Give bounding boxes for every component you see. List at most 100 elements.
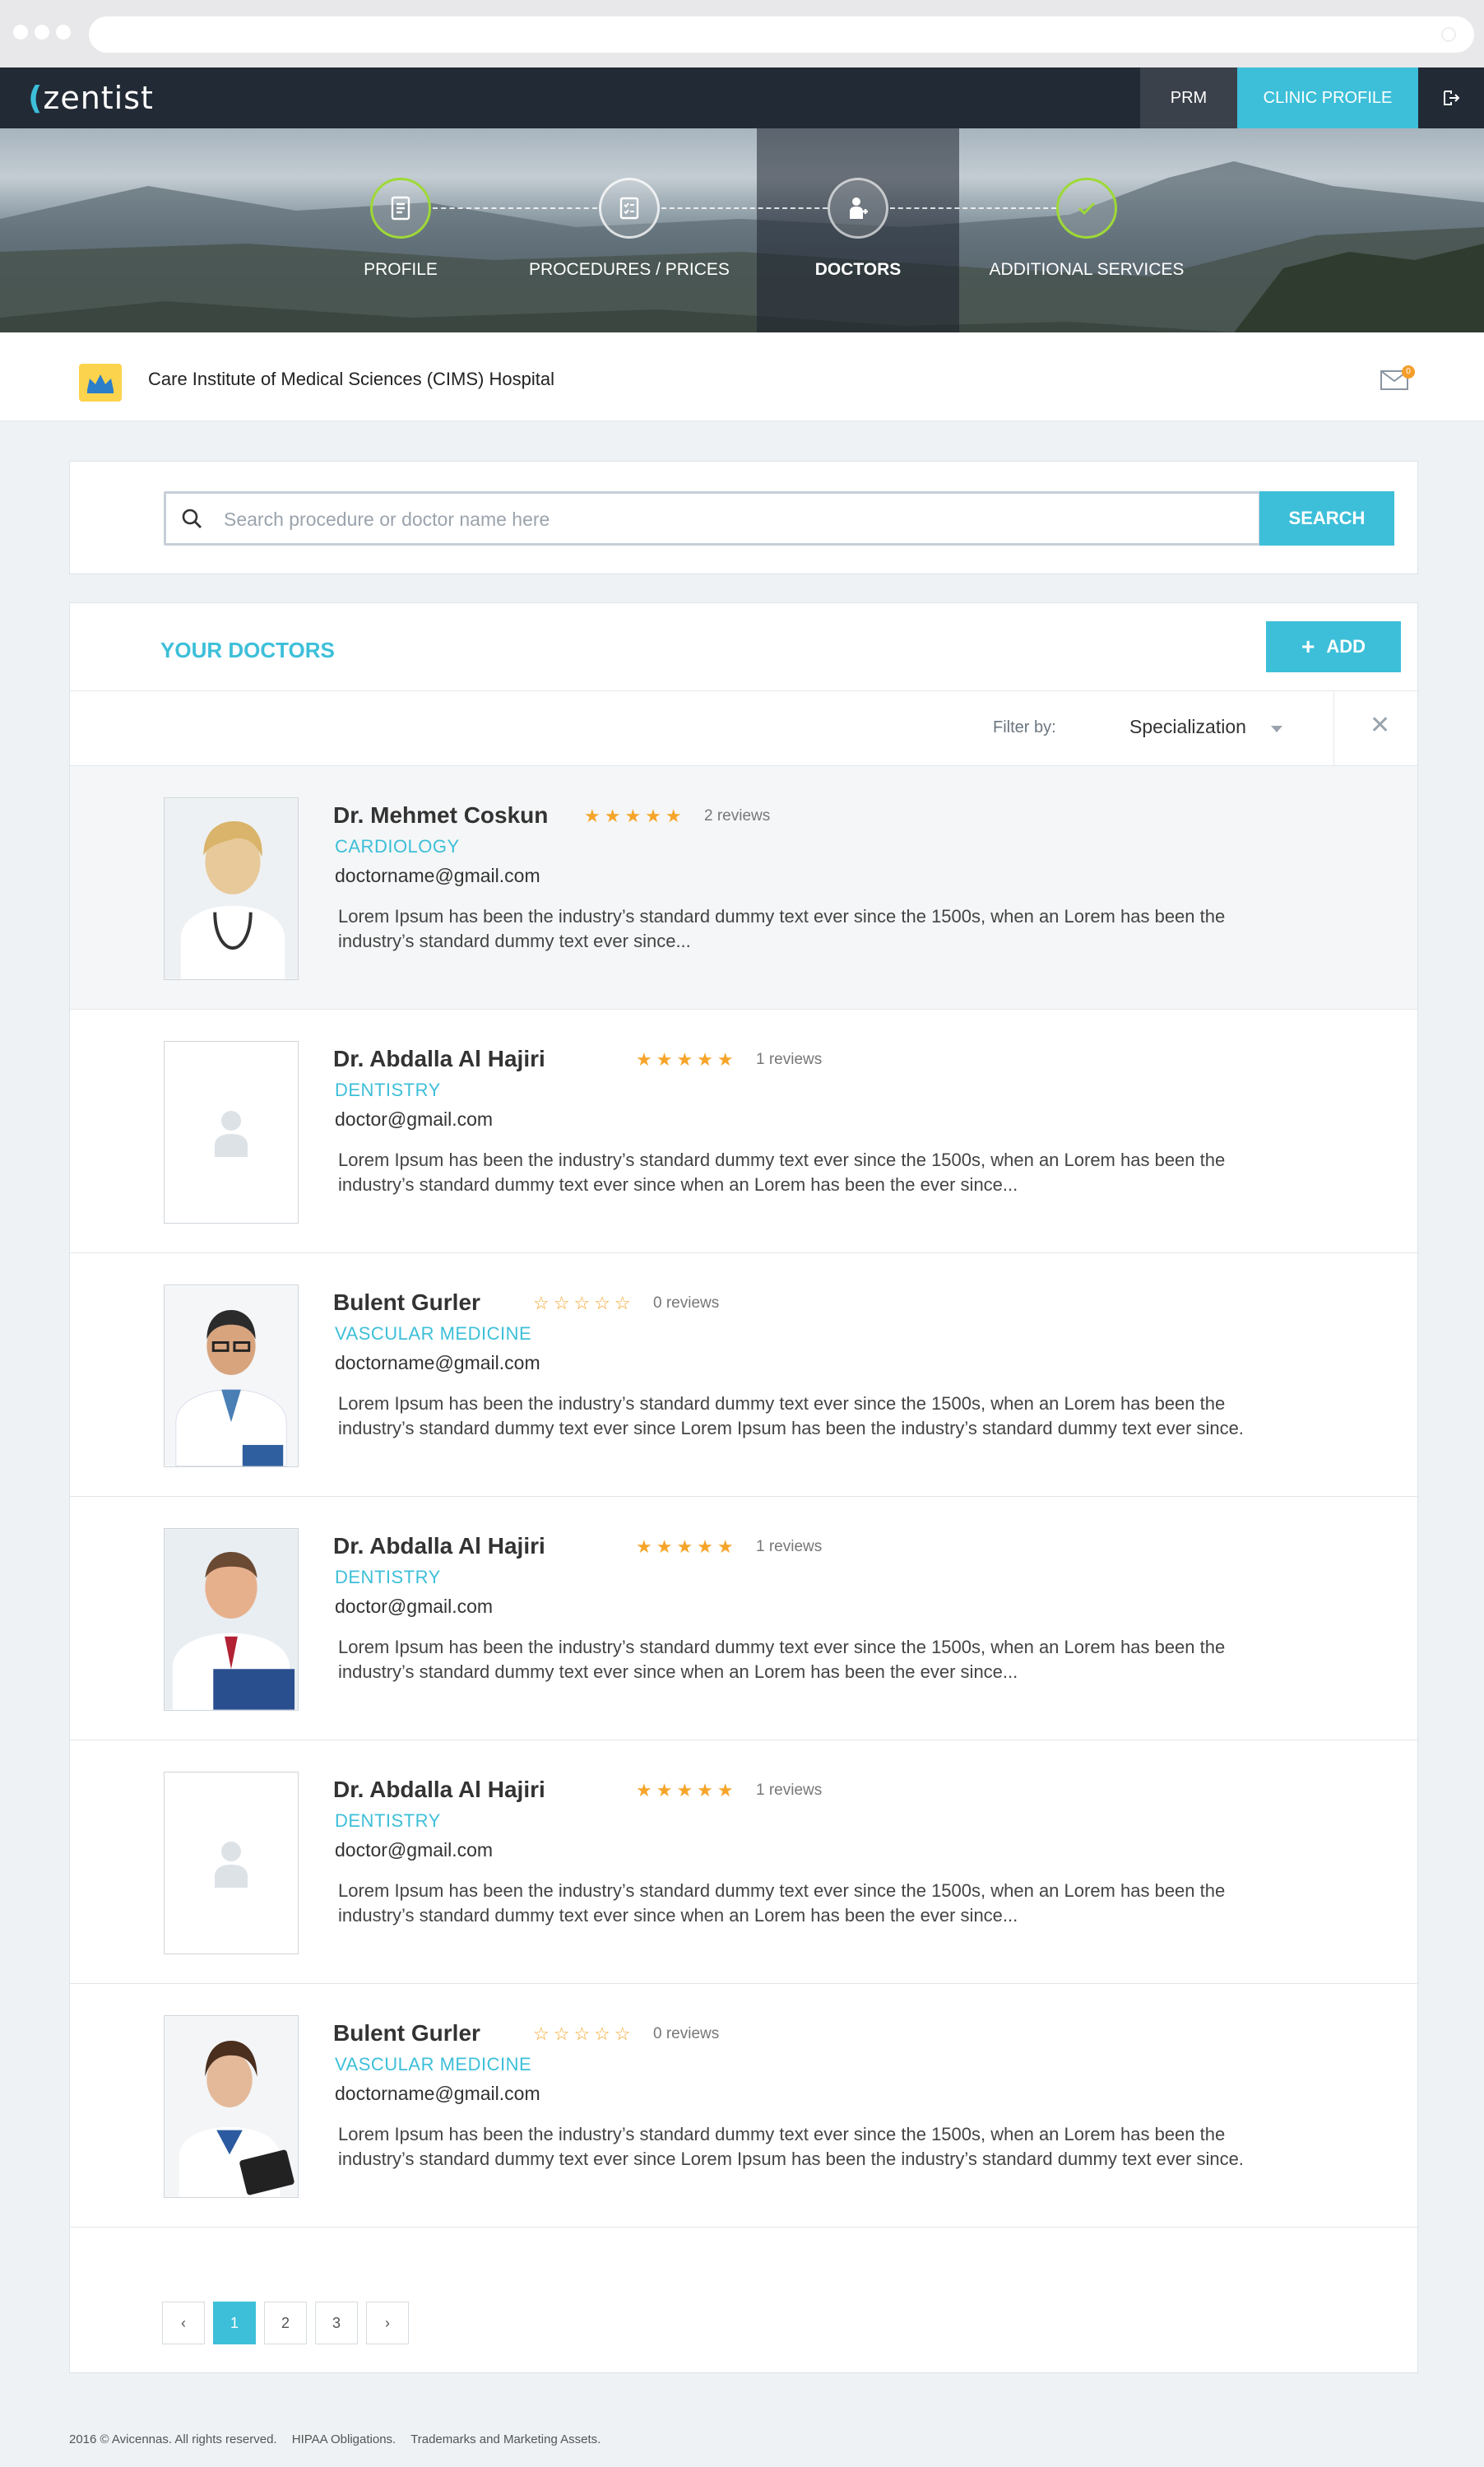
reviews-count[interactable]: 2 reviews — [704, 807, 770, 825]
rating-stars-icon: ★★★★★ — [584, 806, 686, 826]
rating-stars-icon: ☆☆☆☆☆ — [533, 1293, 635, 1313]
doctor-description: Lorem Ipsum has been the industry’s stan… — [338, 2122, 1325, 2172]
reviews-count[interactable]: 0 reviews — [653, 1294, 719, 1312]
trademarks-link[interactable]: Trademarks and Marketing Assets. — [410, 2432, 601, 2446]
step-procedures-circle — [599, 178, 660, 239]
hipaa-link[interactable]: HIPAA Obligations. — [292, 2432, 396, 2446]
clear-filter-icon[interactable]: ✕ — [1370, 711, 1390, 740]
window-dot — [35, 25, 49, 39]
doctor-photo[interactable] — [164, 1528, 299, 1711]
description-line: Lorem Ipsum has been the industry’s stan… — [338, 1150, 1226, 1170]
copyright-text: 2016 © Avicennas. All rights reserved. — [69, 2432, 277, 2446]
reviews-count[interactable]: 1 reviews — [756, 1782, 822, 1800]
reviews-count[interactable]: 1 reviews — [756, 1051, 822, 1069]
mountain-landscape-image — [0, 161, 1484, 332]
doctor-description: Lorem Ipsum has been the industry’s stan… — [338, 1879, 1325, 1928]
doctor-name[interactable]: Dr. Mehmet Coskun — [333, 801, 548, 830]
pagination: ‹ 1 2 3 › — [162, 2302, 409, 2344]
page-2-button[interactable]: 2 — [264, 2302, 307, 2344]
search-input[interactable] — [224, 507, 1211, 532]
doctor-specialty: VASCULAR MEDICINE — [335, 1323, 532, 1344]
doctor-photo[interactable] — [164, 797, 299, 980]
page-3-button[interactable]: 3 — [315, 2302, 358, 2344]
footer: 2016 © Avicennas. All rights reserved. H… — [69, 2432, 612, 2446]
description-line: Lorem Ipsum has been the industry’s stan… — [338, 1637, 1226, 1657]
search-icon — [182, 509, 202, 528]
step-profile-circle — [370, 178, 431, 239]
search-button[interactable]: SEARCH — [1259, 491, 1394, 546]
window-dot — [56, 25, 71, 39]
check-icon — [1078, 202, 1096, 216]
doctor-specialty: DENTISTRY — [335, 1567, 441, 1587]
plus-icon: + — [1301, 634, 1315, 659]
rating-stars-icon: ★★★★★ — [636, 1049, 738, 1070]
doctor-icon — [850, 197, 868, 219]
your-doctors-title: YOUR DOCTORS — [160, 638, 335, 662]
add-doctor-button[interactable]: + ADD — [1266, 621, 1401, 672]
next-page-button[interactable]: › — [366, 2302, 409, 2344]
doctor-email: doctor@gmail.com — [335, 1108, 494, 1130]
document-icon — [391, 196, 410, 221]
step-doctors-circle — [828, 178, 888, 239]
doctor-row[interactable]: Bulent Gurler ☆☆☆☆☆ 0 reviews VASCULAR MEDI… — [70, 1984, 1417, 2228]
description-line: industry’s standard dummy text ever sinc… — [338, 1661, 1018, 1682]
doctor-email: doctorname@gmail.com — [335, 1352, 540, 1373]
prev-page-button[interactable]: ‹ — [162, 2302, 205, 2344]
rating-stars-icon: ★★★★★ — [636, 1536, 738, 1557]
clinic-logo — [79, 364, 122, 402]
doctor-photo[interactable] — [164, 1772, 299, 1954]
doctor-row[interactable]: Dr. Abdalla Al Hajiri ★★★★★ 1 reviews DENTI… — [70, 1740, 1417, 1984]
window-dot — [13, 25, 28, 39]
step-connector — [661, 207, 828, 209]
doctor-specialty: CARDIOLOGY — [335, 836, 460, 857]
doctor-name[interactable]: Bulent Gurler — [333, 2019, 480, 2048]
logout-button[interactable] — [1418, 67, 1484, 128]
doctor-name[interactable]: Bulent Gurler — [333, 1288, 480, 1317]
description-line: industry’s standard dummy text ever sinc… — [338, 1905, 1018, 1926]
page-1-button[interactable]: 1 — [213, 2302, 256, 2344]
reviews-count[interactable]: 1 reviews — [756, 1538, 822, 1556]
top-nav: (zentist PRM CLINIC PROFILE — [0, 67, 1484, 128]
add-label: ADD — [1326, 636, 1366, 657]
doctor-row[interactable]: Dr. Abdalla Al Hajiri ★★★★★ 1 reviews DENTI… — [70, 1010, 1417, 1253]
nav-clinic-profile-button[interactable]: CLINIC PROFILE — [1237, 67, 1418, 128]
doctor-description: Lorem Ipsum has been the industry’s stan… — [338, 1148, 1325, 1197]
hero-banner: PROFILE PROCEDURES / PRICES DOCTORS ADDI… — [0, 128, 1484, 332]
search-box — [164, 491, 1261, 546]
doctor-row[interactable]: Bulent Gurler ☆☆☆☆☆ 0 reviews VASCULAR MEDI… — [70, 1253, 1417, 1497]
doctor-row[interactable]: Dr. Abdalla Al Hajiri ★★★★★ 1 reviews DENTI… — [70, 1497, 1417, 1740]
filter-label: Filter by: — [993, 718, 1056, 736]
step-connector — [890, 207, 1056, 209]
clinic-name: Care Institute of Medical Sciences (CIMS… — [148, 369, 554, 389]
rating-stars-icon: ☆☆☆☆☆ — [533, 2023, 635, 2044]
description-line: Lorem Ipsum has been the industry’s stan… — [338, 1880, 1226, 1901]
zentist-logo[interactable]: (zentist — [28, 80, 154, 116]
doctor-name[interactable]: Dr. Abdalla Al Hajiri — [333, 1775, 545, 1805]
doctor-description: Lorem Ipsum has been the industry’s stan… — [338, 904, 1325, 954]
doctor-photo[interactable] — [164, 1041, 299, 1224]
chevron-down-icon[interactable] — [1271, 726, 1282, 732]
clinic-header: Care Institute of Medical Sciences (CIMS… — [0, 332, 1484, 421]
address-bar[interactable] — [89, 16, 1474, 53]
logout-icon — [1444, 91, 1460, 105]
step-additional-circle — [1056, 178, 1117, 239]
reload-icon[interactable] — [1441, 27, 1456, 42]
doctor-row[interactable]: Dr. Mehmet Coskun ★★★★★ 2 reviews CARDIOLOG… — [70, 766, 1417, 1010]
reviews-count[interactable]: 0 reviews — [653, 2025, 719, 2043]
step-connector — [433, 207, 597, 209]
doctor-email: doctor@gmail.com — [335, 1839, 494, 1861]
doctor-photo[interactable] — [164, 2015, 299, 2198]
step-additional-label: ADDITIONAL SERVICES — [989, 260, 1185, 279]
rating-stars-icon: ★★★★★ — [636, 1780, 738, 1800]
description-line: Lorem Ipsum has been the industry’s stan… — [338, 2124, 1226, 2144]
filter-select[interactable]: Specialization — [1129, 716, 1246, 738]
nav-prm-button[interactable]: PRM — [1140, 67, 1237, 128]
doctor-photo[interactable] — [164, 1285, 299, 1467]
doctor-name[interactable]: Dr. Abdalla Al Hajiri — [333, 1044, 545, 1074]
logo-text: zentist — [43, 80, 154, 116]
description-line: industry’s standard dummy text ever sinc… — [338, 1174, 1018, 1195]
doctors-panel: YOUR DOCTORS + ADD Filter by: Specializa… — [69, 602, 1418, 2373]
doctor-name[interactable]: Dr. Abdalla Al Hajiri — [333, 1531, 545, 1561]
filter-bar: Filter by: Specialization ✕ — [70, 690, 1417, 767]
doctor-specialty: VASCULAR MEDICINE — [335, 2054, 532, 2074]
